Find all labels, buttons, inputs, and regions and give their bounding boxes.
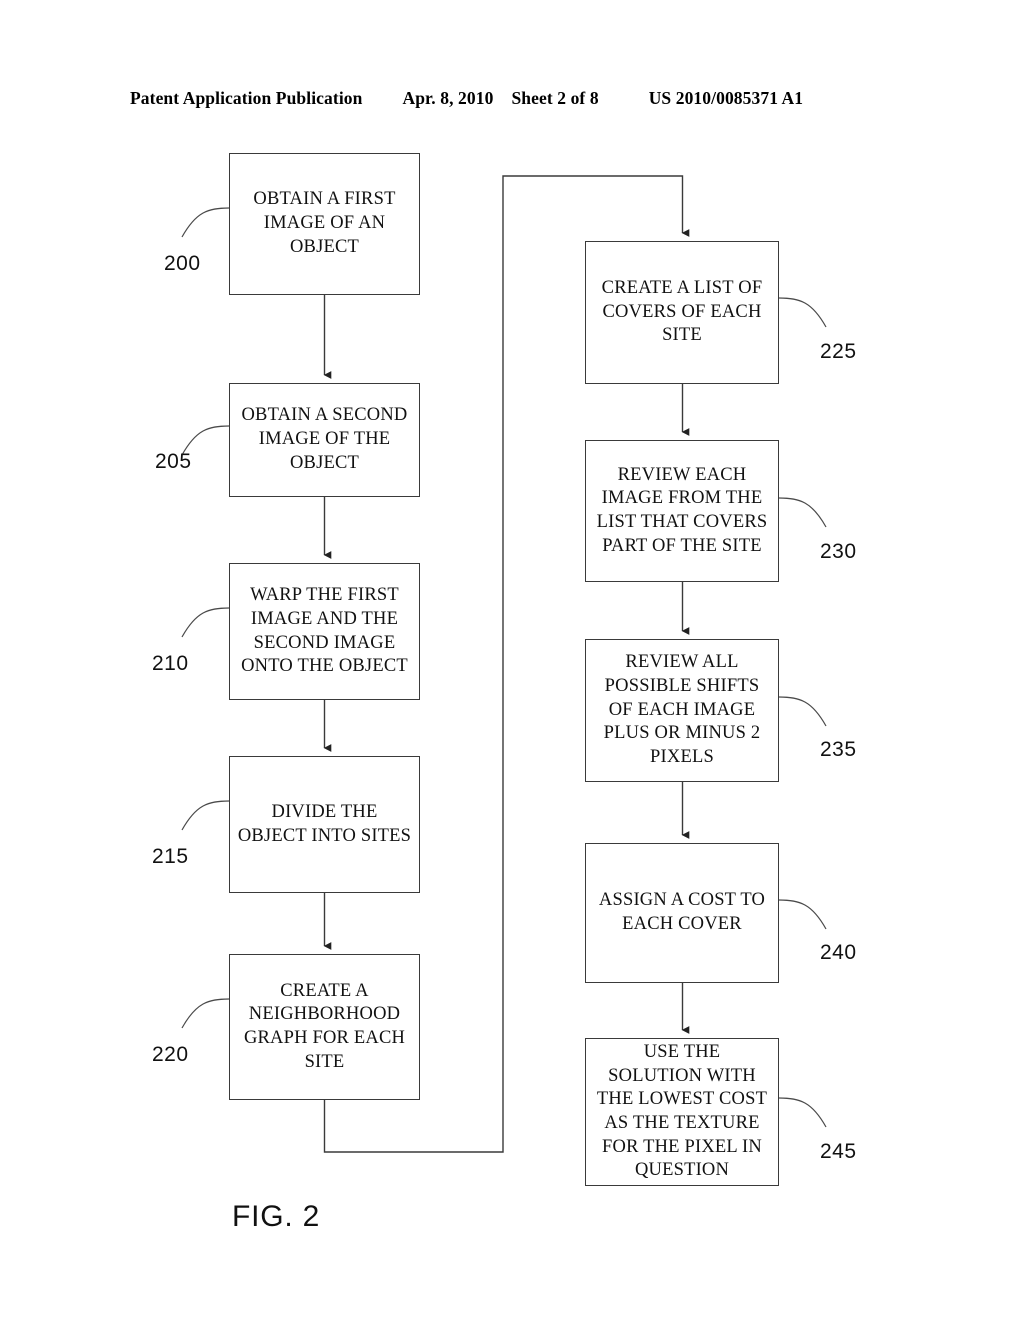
ref-numeral-220: 220 — [152, 1043, 189, 1066]
leader-line-245 — [778, 1097, 827, 1128]
flow-box-205: OBTAIN A SECOND IMAGE OF THE OBJECT — [229, 383, 420, 497]
flow-box-220-label: CREATE A NEIGHBORHOOD GRAPH FOR EACH SIT… — [243, 980, 406, 1072]
ref-numeral-205: 205 — [155, 450, 192, 473]
ref-numeral-235: 235 — [820, 738, 857, 761]
flow-box-215-label: DIVIDE THE OBJECT INTO SITES — [237, 801, 412, 846]
ref-numeral-240: 240 — [820, 941, 857, 964]
flow-box-215: DIVIDE THE OBJECT INTO SITES — [229, 756, 420, 893]
patent-figure-page: Patent Application Publication Apr. 8, 2… — [0, 0, 1024, 1320]
flow-box-230: REVIEW EACH IMAGE FROM THE LIST THAT COV… — [585, 440, 779, 582]
header-sheet-number: Sheet 2 of 8 — [511, 88, 599, 108]
flow-box-245: USE THE SOLUTION WITH THE LOWEST COST AS… — [585, 1038, 779, 1186]
flow-box-230-label: REVIEW EACH IMAGE FROM THE LIST THAT COV… — [596, 464, 768, 556]
page-header: Patent Application Publication Apr. 8, 2… — [130, 88, 890, 112]
ref-numeral-215: 215 — [152, 845, 189, 868]
header-publication-title: Patent Application Publication — [130, 88, 363, 108]
leader-line-215 — [181, 800, 230, 831]
flow-box-240: ASSIGN A COST TO EACH COVER — [585, 843, 779, 983]
ref-numeral-200: 200 — [164, 252, 201, 275]
flow-box-235: REVIEW ALL POSSIBLE SHIFTS OF EACH IMAGE… — [585, 639, 779, 782]
leader-line-220 — [181, 998, 230, 1029]
ref-numeral-230: 230 — [820, 540, 857, 563]
flow-box-210-label: WARP THE FIRST IMAGE AND THE SECOND IMAG… — [241, 585, 408, 677]
ref-numeral-225: 225 — [820, 340, 857, 363]
flow-box-240-label: ASSIGN A COST TO EACH COVER — [598, 890, 766, 934]
flow-box-245-label: USE THE SOLUTION WITH THE LOWEST COST AS… — [596, 1041, 768, 1181]
flow-box-235-label: REVIEW ALL POSSIBLE SHIFTS OF EACH IMAGE… — [603, 652, 761, 767]
header-date: Apr. 8, 2010 — [402, 88, 494, 108]
header-patent-number: US 2010/0085371 A1 — [648, 88, 804, 108]
leader-line-240 — [778, 899, 827, 930]
flow-box-210: WARP THE FIRST IMAGE AND THE SECOND IMAG… — [229, 563, 420, 700]
flow-box-200: OBTAIN A FIRST IMAGE OF AN OBJECT — [229, 153, 420, 295]
leader-line-210 — [181, 607, 230, 638]
leader-line-200 — [181, 207, 230, 238]
flow-box-225-label: CREATE A LIST OF COVERS OF EACH SITE — [601, 277, 763, 346]
leader-line-225 — [778, 297, 827, 328]
leader-line-235 — [778, 696, 827, 727]
figure-caption: FIG. 2 — [232, 1200, 321, 1233]
flow-box-220: CREATE A NEIGHBORHOOD GRAPH FOR EACH SIT… — [229, 954, 420, 1100]
flow-box-200-label: OBTAIN A FIRST IMAGE OF AN OBJECT — [253, 189, 396, 257]
flow-box-225: CREATE A LIST OF COVERS OF EACH SITE — [585, 241, 779, 384]
leader-line-230 — [778, 497, 827, 528]
ref-numeral-245: 245 — [820, 1140, 857, 1163]
ref-numeral-210: 210 — [152, 652, 189, 675]
flow-box-205-label: OBTAIN A SECOND IMAGE OF THE OBJECT — [241, 405, 408, 473]
